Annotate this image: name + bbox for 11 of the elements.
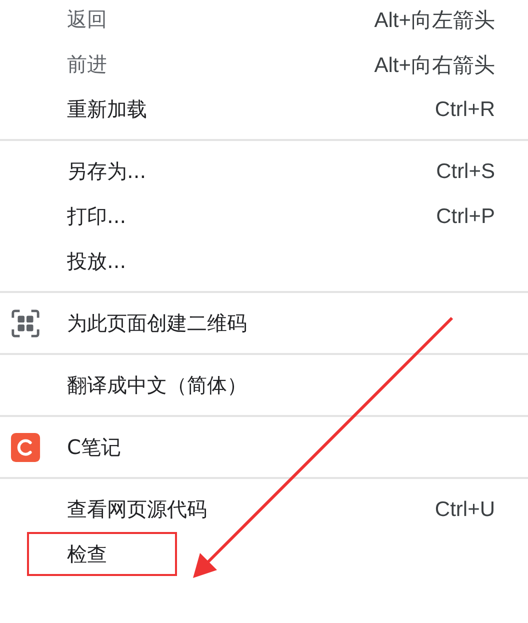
menu-item[interactable]: 打印... Ctrl+P <box>0 194 528 239</box>
c-logo-icon <box>10 432 41 463</box>
menu-item[interactable]: 重新加载 Ctrl+R <box>0 87 528 132</box>
qr-code-icon <box>10 308 41 339</box>
menu-item[interactable]: 检查 <box>0 532 528 577</box>
menu-item[interactable]: C笔记 <box>0 425 528 470</box>
menu-item[interactable]: 为此页面创建二维码 <box>0 301 528 346</box>
menu-item[interactable]: 另存为... Ctrl+S <box>0 149 528 194</box>
menu-item[interactable]: 投放... <box>0 239 528 284</box>
menu-item[interactable]: 查看网页源代码 Ctrl+U <box>0 487 528 532</box>
menu-item[interactable]: 翻译成中文（简体） <box>0 363 528 408</box>
